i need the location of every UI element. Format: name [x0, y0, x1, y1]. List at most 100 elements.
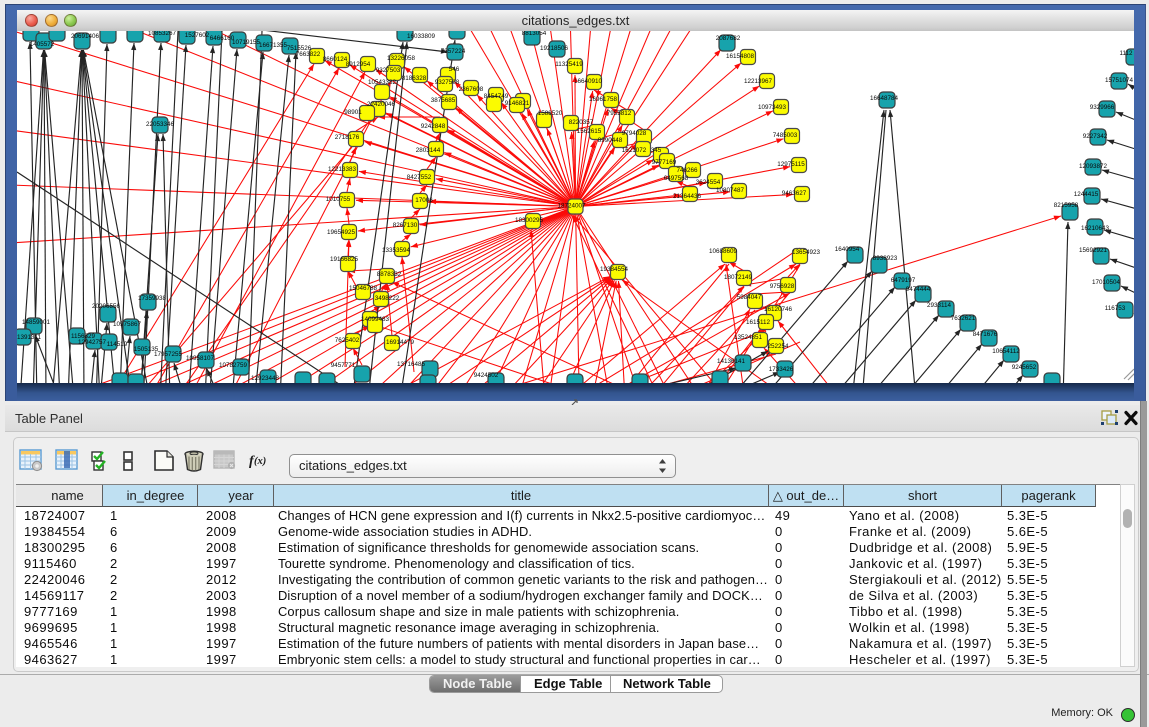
svg-text:12975115: 12975115 — [777, 161, 805, 168]
svg-text:9327508: 9327508 — [435, 79, 460, 86]
svg-text:7357224: 7357224 — [441, 48, 466, 55]
svg-text:16154808: 16154808 — [726, 53, 755, 60]
svg-text:10853267: 10853267 — [148, 31, 177, 37]
svg-text:9777169: 9777169 — [652, 159, 677, 166]
svg-text:1527602: 1527602 — [185, 32, 210, 39]
svg-text:14099483: 14099483 — [361, 316, 390, 323]
svg-text:9245652: 9245652 — [1012, 364, 1037, 371]
svg-text:2803144: 2803144 — [416, 147, 441, 154]
svg-text:16671355: 16671355 — [259, 42, 288, 49]
svg-text:8454749: 8454749 — [484, 93, 509, 100]
svg-text:9227342: 9227342 — [1083, 133, 1108, 140]
svg-text:9463627: 9463627 — [782, 190, 807, 197]
svg-text:20691406: 20691406 — [71, 33, 100, 40]
svg-text:10543382: 10543382 — [368, 79, 397, 86]
svg-text:546: 546 — [449, 66, 460, 73]
svg-text:13524851: 13524851 — [734, 334, 763, 341]
svg-text:14136141: 14136141 — [717, 358, 746, 365]
svg-text:16120746: 16120746 — [764, 306, 793, 313]
svg-text:7663822: 7663822 — [296, 51, 321, 58]
svg-text:12923448: 12923448 — [251, 375, 280, 382]
svg-text:10958107: 10958107 — [186, 355, 215, 362]
svg-text:1621072: 1621072 — [622, 147, 647, 154]
svg-text:16961758: 16961758 — [589, 96, 618, 103]
svg-text:16210643: 16210643 — [1081, 225, 1110, 232]
svg-text:10782759: 10782759 — [219, 362, 248, 369]
svg-text:18300295: 18300295 — [515, 217, 544, 224]
svg-text:10654112: 10654112 — [992, 348, 1020, 355]
svg-text:8220357: 8220357 — [569, 119, 594, 126]
svg-text:8427552: 8427552 — [407, 174, 432, 181]
svg-text:21364436: 21364436 — [673, 193, 702, 200]
svg-text:2933114: 2933114 — [927, 302, 952, 309]
svg-text:7485003: 7485003 — [773, 132, 798, 139]
svg-text:6497568: 6497568 — [664, 175, 689, 182]
svg-text:6479197: 6479197 — [891, 277, 916, 284]
svg-text:10688609: 10688609 — [709, 248, 738, 255]
svg-text:17006: 17006 — [415, 197, 433, 204]
svg-text:17010504: 17010504 — [1092, 279, 1121, 286]
svg-text:19218506: 19218506 — [540, 45, 569, 52]
svg-text:1244415: 1244415 — [1074, 191, 1099, 198]
svg-text:8912954: 8912954 — [346, 61, 371, 68]
svg-text:1112: 1112 — [1119, 50, 1133, 57]
svg-text:15692921: 15692921 — [1079, 247, 1108, 254]
svg-text:9146821: 9146821 — [505, 100, 530, 107]
svg-text:17957255: 17957255 — [154, 351, 183, 358]
svg-text:8990448: 8990448 — [598, 137, 623, 144]
svg-text:9756928: 9756928 — [770, 283, 795, 290]
svg-text:16648784: 16648784 — [870, 95, 899, 102]
svg-text:8471676: 8471676 — [973, 331, 998, 338]
svg-text:13226058: 13226058 — [387, 55, 416, 62]
svg-text:22053346: 22053346 — [146, 121, 175, 128]
svg-text:1562615: 1562615 — [577, 128, 602, 135]
svg-text:8215958: 8215958 — [1054, 202, 1079, 209]
svg-text:9327503: 9327503 — [376, 67, 401, 74]
svg-text:18724007: 18724007 — [557, 203, 586, 210]
svg-text:1010755: 1010755 — [326, 196, 351, 203]
svg-text:9457771: 9457771 — [331, 362, 356, 369]
svg-text:22420046: 22420046 — [367, 101, 396, 108]
svg-text:15751074: 15751074 — [1105, 77, 1134, 84]
svg-text:12093872: 12093872 — [1079, 163, 1108, 170]
svg-text:8660124: 8660124 — [323, 56, 348, 63]
svg-text:9794028: 9794028 — [622, 130, 647, 137]
svg-text:8878332: 8878332 — [377, 271, 402, 278]
svg-text:2367608: 2367608 — [459, 86, 484, 93]
svg-text:10807487: 10807487 — [716, 187, 745, 194]
svg-text:2087682: 2087682 — [716, 35, 741, 42]
svg-text:8813054: 8813054 — [522, 31, 547, 37]
svg-text:16640910: 16640910 — [574, 78, 603, 85]
svg-text:15046788: 15046788 — [349, 285, 378, 292]
svg-text:345: 345 — [651, 147, 662, 154]
svg-text:10719155: 10719155 — [232, 39, 261, 46]
svg-text:5984047: 5984047 — [737, 294, 762, 301]
svg-text:16914479: 16914479 — [386, 339, 415, 346]
svg-text:14859001: 14859001 — [22, 319, 51, 326]
svg-text:7632621: 7632621 — [951, 315, 976, 322]
svg-text:10975867: 10975867 — [113, 321, 142, 328]
svg-text:116753: 116753 — [1105, 305, 1126, 312]
svg-text:9424502: 9424502 — [474, 372, 499, 379]
svg-text:3875685: 3875685 — [431, 97, 456, 104]
svg-text:19166825: 19166825 — [330, 256, 359, 263]
svg-text:16033809: 16033809 — [407, 33, 436, 40]
svg-text:19384554: 19384554 — [600, 266, 629, 273]
svg-text:8186328: 8186328 — [402, 75, 427, 82]
svg-text:746266: 746266 — [676, 167, 698, 174]
svg-text:98901: 98901 — [344, 109, 362, 116]
svg-text:1588520: 1588520 — [538, 110, 563, 117]
svg-text:13353594: 13353594 — [382, 247, 411, 254]
svg-text:7625402: 7625402 — [335, 337, 360, 344]
svg-text:1615112: 1615112 — [746, 319, 771, 326]
svg-text:12213967: 12213967 — [744, 78, 773, 85]
svg-text:9474444: 9474444 — [906, 286, 931, 293]
svg-text:7955812: 7955812 — [607, 110, 632, 117]
svg-text:1405572: 1405572 — [30, 41, 55, 48]
svg-text:1640954: 1640954 — [835, 246, 860, 253]
svg-text:3498222: 3498222 — [375, 295, 400, 302]
svg-text:12942757: 12942757 — [78, 339, 107, 346]
svg-text:9329966: 9329966 — [1090, 104, 1115, 111]
svg-text:3624554: 3624554 — [696, 179, 721, 186]
svg-text:17359938: 17359938 — [138, 295, 167, 302]
